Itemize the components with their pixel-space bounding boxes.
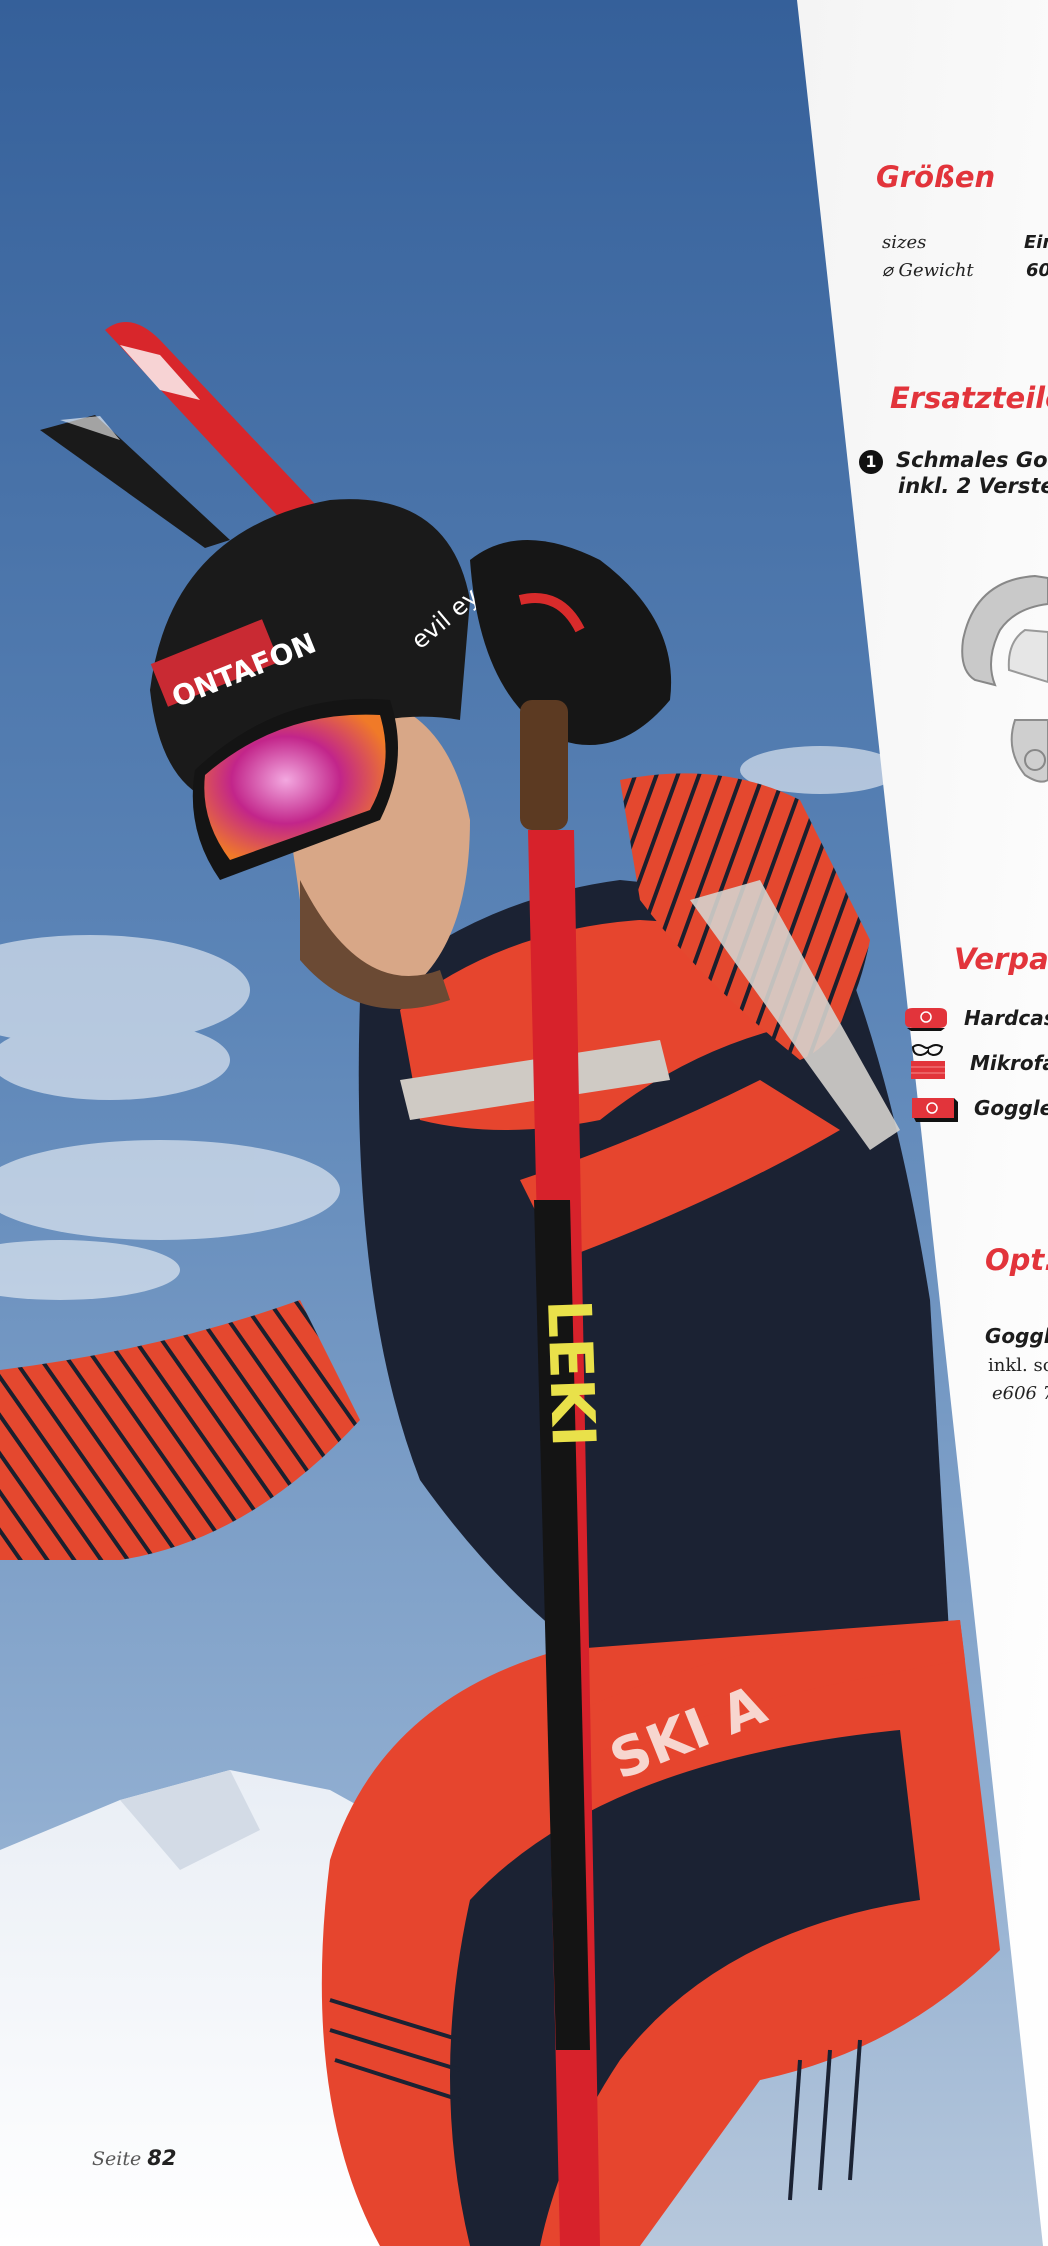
content-panel-bg — [797, 0, 1048, 2246]
spare-part-number-badge: 1 — [859, 450, 883, 474]
packaging-item-2: Mikrofa — [970, 1051, 1048, 1075]
sizes-row-value-1: Ein — [1024, 232, 1048, 253]
sizes-heading: Größen — [876, 160, 996, 194]
spare-part-line-1: Schmales Gogg — [896, 448, 1048, 472]
spare-part-line-2: inkl. 2 Verstells — [898, 474, 1048, 498]
packaging-item-3: Goggle — [974, 1096, 1048, 1120]
microfiber-bag-icon — [911, 1044, 945, 1079]
optional-heading: Opt. — [985, 1243, 1048, 1277]
goggle-strap-product-image — [961, 574, 1048, 783]
sizes-row-label-1: sizes — [882, 232, 927, 253]
goggle-case-icon — [912, 1098, 958, 1122]
page-number-value: 82 — [147, 2146, 177, 2170]
optional-line-3: e606 7 — [992, 1383, 1048, 1404]
optional-line-1: Goggl — [985, 1324, 1048, 1348]
page-label: Seite — [92, 2148, 142, 2170]
spare-parts-heading: Ersatzteile — [890, 381, 1048, 415]
page-number: Seite 82 — [92, 2146, 177, 2170]
packaging-heading: Verpac — [954, 942, 1048, 976]
hardcase-icon — [905, 1008, 947, 1031]
optional-line-2: inkl. sch — [988, 1355, 1048, 1376]
sizes-row-value-2: 60 — [1026, 260, 1048, 281]
packaging-item-1: Hardcas — [964, 1006, 1048, 1030]
sizes-row-label-2: ⌀ Gewicht — [882, 260, 974, 281]
